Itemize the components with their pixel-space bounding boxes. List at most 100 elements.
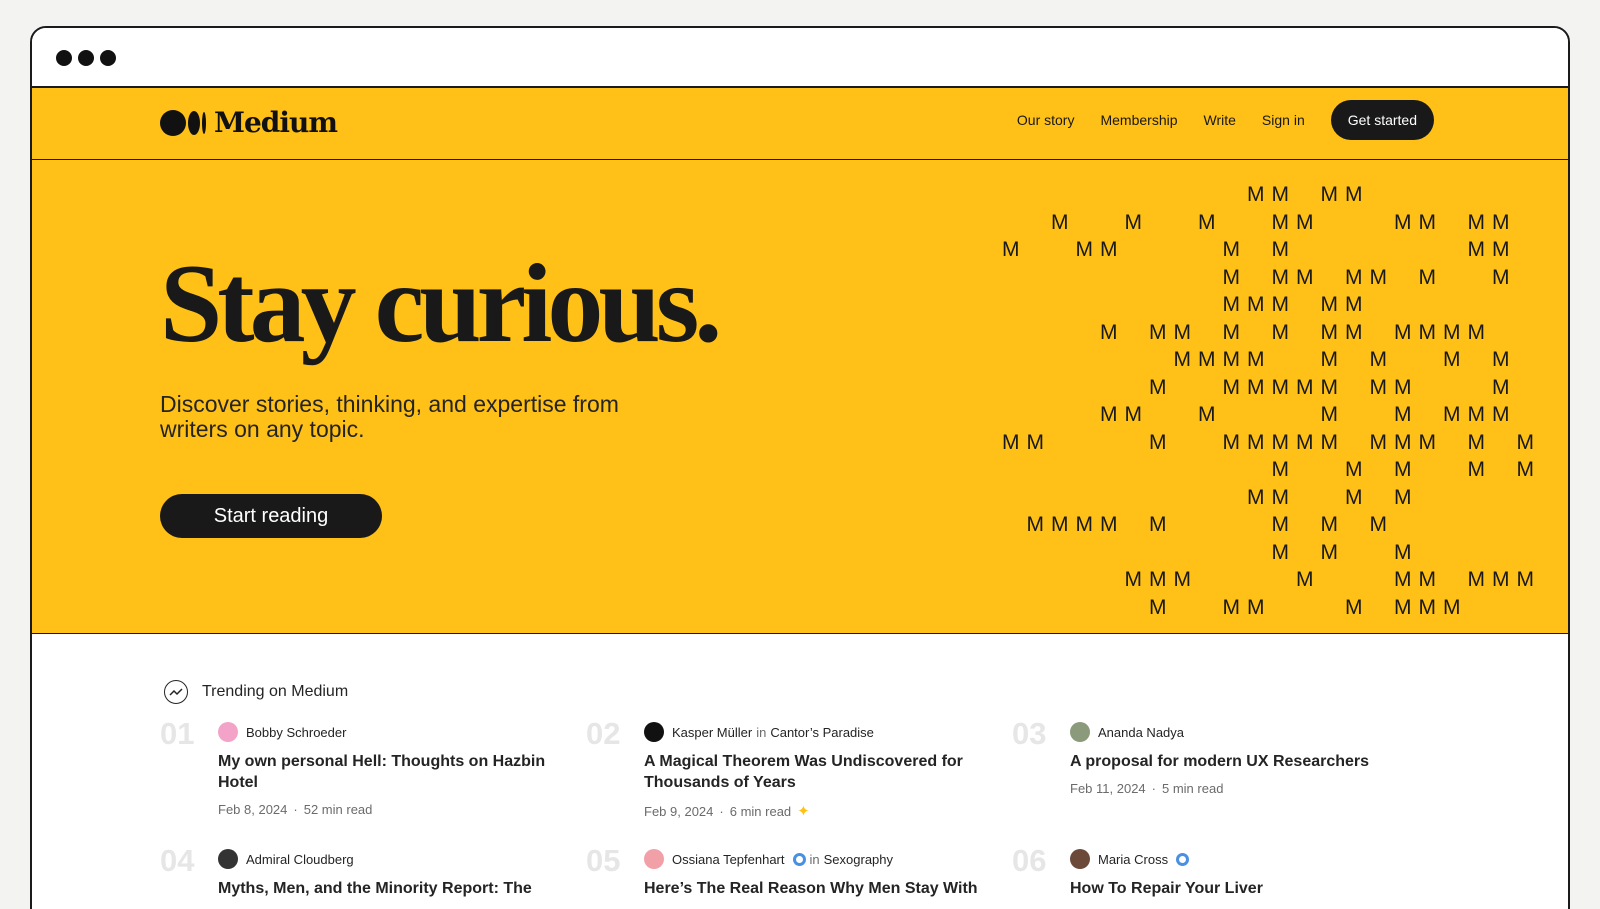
nav-membership[interactable]: Membership bbox=[1100, 112, 1177, 128]
window-dot-icon[interactable] bbox=[56, 50, 72, 66]
m-glyph: M bbox=[1222, 595, 1241, 619]
avatar[interactable] bbox=[1070, 722, 1090, 742]
m-glyph: M bbox=[1198, 348, 1216, 371]
m-glyph: M bbox=[1467, 238, 1486, 261]
m-glyph: M bbox=[1247, 348, 1265, 371]
m-glyph: M bbox=[1492, 403, 1510, 426]
nav-write[interactable]: Write bbox=[1204, 112, 1236, 128]
m-glyph: M bbox=[1100, 320, 1118, 344]
publication-name[interactable]: Sexography bbox=[824, 852, 893, 867]
m-glyph: M bbox=[1026, 430, 1045, 454]
nav-sign-in[interactable]: Sign in bbox=[1262, 112, 1305, 128]
m-glyph: M bbox=[1051, 513, 1069, 536]
author-name[interactable]: Kasper Müller bbox=[672, 725, 752, 740]
hero: Stay curious. Discover stories, thinking… bbox=[32, 160, 1568, 634]
m-glyph: M bbox=[1492, 210, 1510, 234]
m-glyph: M bbox=[1002, 430, 1020, 454]
m-glyph: M bbox=[1369, 375, 1388, 399]
m-glyph: M bbox=[1345, 320, 1363, 344]
article-title[interactable]: Myths, Men, and the Minority Report: The bbox=[218, 878, 558, 899]
in-label: in bbox=[756, 724, 767, 740]
m-glyph: M bbox=[1345, 265, 1363, 289]
m-glyph: M bbox=[1296, 265, 1314, 289]
window-dot-icon[interactable] bbox=[100, 50, 116, 66]
m-glyph: M bbox=[1418, 320, 1437, 344]
m-glyph: M bbox=[1124, 568, 1143, 591]
article-meta: Feb 11, 2024 · 5 min read bbox=[1070, 781, 1410, 796]
author-name[interactable]: Bobby Schroeder bbox=[246, 725, 346, 740]
m-glyph: M bbox=[1394, 210, 1412, 234]
article-date: Feb 8, 2024 bbox=[218, 802, 288, 817]
read-time: 5 min read bbox=[1162, 781, 1224, 796]
meta-separator: · bbox=[293, 802, 298, 817]
m-glyph: M bbox=[1271, 430, 1290, 454]
author-name[interactable]: Ananda Nadya bbox=[1098, 725, 1184, 740]
m-glyph: M bbox=[1492, 375, 1510, 399]
medium-logo[interactable]: Medium bbox=[160, 106, 338, 139]
m-glyph: M bbox=[1467, 458, 1486, 481]
m-glyph: M bbox=[1271, 210, 1290, 234]
m-glyph: M bbox=[1320, 375, 1339, 399]
m-glyph: M bbox=[1320, 183, 1339, 206]
article-title[interactable]: My own personal Hell: Thoughts on Hazbin… bbox=[218, 751, 558, 793]
article-title[interactable]: How To Repair Your Liver bbox=[1070, 878, 1410, 899]
m-glyph: M bbox=[1467, 403, 1486, 426]
avatar[interactable] bbox=[218, 722, 238, 742]
m-pattern-graphic: MMMMMMMMMMMMMMMMMMMMMMMMMMMMMMMMMMMMMMMM… bbox=[1002, 184, 1542, 624]
window-dot-icon[interactable] bbox=[78, 50, 94, 66]
meta-separator: · bbox=[1151, 781, 1156, 796]
m-glyph: M bbox=[1149, 320, 1167, 344]
avatar[interactable] bbox=[218, 849, 238, 869]
trending-rank: 02 bbox=[586, 716, 621, 751]
author-row: Admiral Cloudberg bbox=[218, 849, 558, 869]
m-glyph: M bbox=[1492, 348, 1510, 371]
m-glyph: M bbox=[1492, 238, 1510, 261]
avatar[interactable] bbox=[644, 849, 664, 869]
avatar[interactable] bbox=[1070, 849, 1090, 869]
m-glyph: M bbox=[1516, 458, 1535, 481]
m-glyph: M bbox=[1516, 430, 1535, 454]
article-title[interactable]: Here’s The Real Reason Why Men Stay With bbox=[644, 878, 984, 899]
window-dots bbox=[56, 50, 116, 66]
article-title[interactable]: A Magical Theorem Was Undiscovered for T… bbox=[644, 751, 984, 793]
start-reading-button[interactable]: Start reading bbox=[160, 494, 382, 538]
author-row: Ossiana Tepfenhart in Sexography bbox=[644, 849, 984, 869]
nav-our-story[interactable]: Our story bbox=[1017, 112, 1075, 128]
m-glyph: M bbox=[1173, 320, 1192, 344]
m-glyph: M bbox=[1418, 210, 1437, 234]
get-started-button[interactable]: Get started bbox=[1330, 100, 1434, 140]
m-glyph: M bbox=[1149, 513, 1167, 536]
author-name[interactable]: Ossiana Tepfenhart bbox=[672, 852, 785, 867]
publication-name[interactable]: Cantor’s Paradise bbox=[770, 725, 874, 740]
m-glyph: M bbox=[1271, 293, 1290, 316]
read-time: 52 min read bbox=[303, 802, 373, 817]
m-glyph: M bbox=[1394, 485, 1412, 509]
m-glyph: M bbox=[1320, 540, 1339, 564]
article-meta: Feb 9, 2024 · 6 min read ✦ bbox=[644, 802, 984, 820]
m-glyph: M bbox=[1320, 293, 1339, 316]
m-glyph: M bbox=[1100, 238, 1118, 261]
verified-badge-icon bbox=[792, 852, 806, 866]
m-glyph: M bbox=[1149, 375, 1167, 399]
m-glyph: M bbox=[1443, 348, 1461, 371]
author-name[interactable]: Admiral Cloudberg bbox=[246, 852, 354, 867]
top-nav: Our story Membership Write Sign in Get s… bbox=[1017, 100, 1434, 140]
author-name[interactable]: Maria Cross bbox=[1098, 852, 1168, 867]
m-glyph: M bbox=[1149, 595, 1167, 619]
trending-item-body: Kasper Müller in Cantor’s Paradise A Magica… bbox=[644, 722, 984, 820]
m-glyph: M bbox=[1222, 430, 1241, 454]
m-glyph: M bbox=[1075, 513, 1094, 536]
m-glyph: M bbox=[1173, 568, 1192, 591]
article-title[interactable]: A proposal for modern UX Researchers bbox=[1070, 751, 1410, 772]
m-glyph: M bbox=[1320, 403, 1339, 426]
m-glyph: M bbox=[1051, 210, 1069, 234]
avatar[interactable] bbox=[644, 722, 664, 742]
m-glyph: M bbox=[1345, 293, 1363, 316]
trending-rank: 03 bbox=[1012, 716, 1047, 751]
m-glyph: M bbox=[1418, 568, 1437, 591]
m-glyph: M bbox=[1247, 595, 1265, 619]
browser-window: Medium Our story Membership Write Sign i… bbox=[30, 26, 1570, 909]
m-glyph: M bbox=[1467, 320, 1486, 344]
m-glyph: M bbox=[1222, 293, 1241, 316]
m-glyph: M bbox=[1296, 568, 1314, 591]
